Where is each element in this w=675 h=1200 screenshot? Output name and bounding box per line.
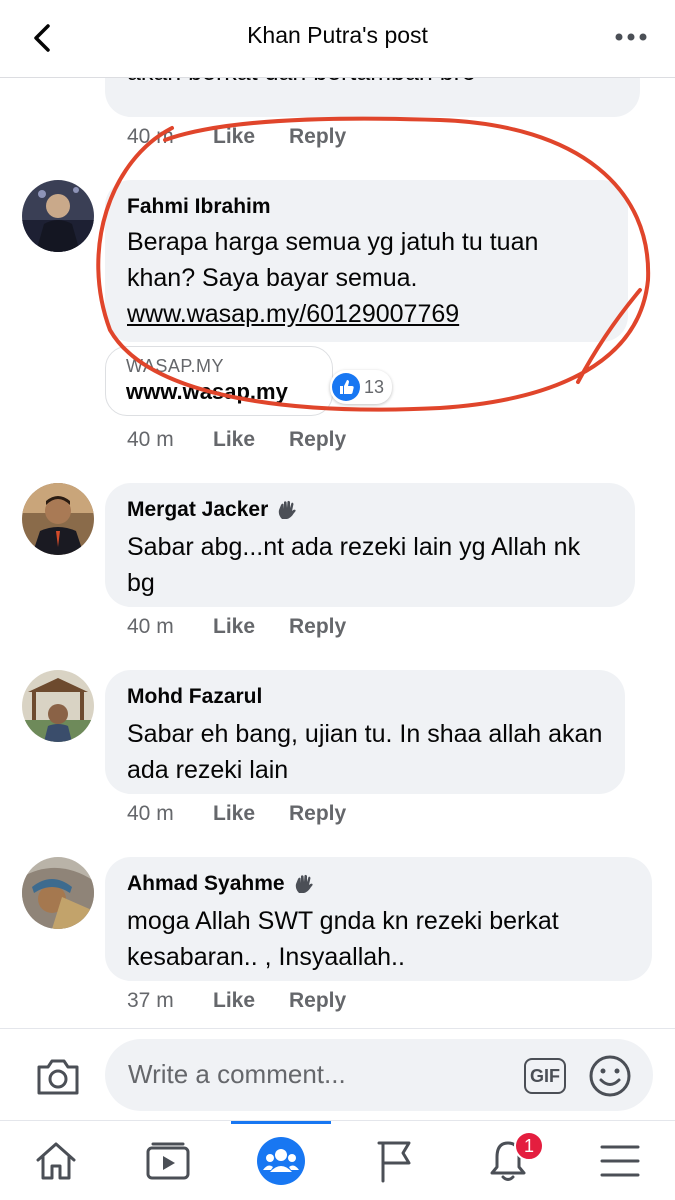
tab-menu[interactable]: [570, 1121, 670, 1200]
link-title: www.wasap.my: [126, 379, 288, 404]
like-reaction-icon: [332, 373, 360, 401]
top-bar: Khan Putra's post: [0, 0, 675, 78]
like-button[interactable]: Like: [213, 988, 289, 1014]
groups-icon: [257, 1137, 305, 1185]
comment-author-name: Ahmad Syahme: [127, 872, 285, 895]
comment-author-name: Mergat Jacker: [127, 498, 269, 521]
comment-time: 37 m: [127, 989, 174, 1012]
comment-list: akan berkat dan bertambah bro 40 m Like …: [0, 78, 675, 1028]
emoji-icon[interactable]: [588, 1054, 632, 1098]
comment-input-placeholder[interactable]: Write a comment...: [128, 1059, 346, 1090]
comment-bubble[interactable]: Mergat Jacker Sabar abg...nt ada rezeki …: [105, 483, 635, 607]
camera-button[interactable]: [34, 1055, 82, 1099]
comment-bubble[interactable]: akan berkat dan bertambah bro: [105, 78, 640, 117]
comment-author[interactable]: Ahmad Syahme: [127, 871, 630, 897]
page-title: Khan Putra's post: [247, 22, 428, 48]
reply-button[interactable]: Reply: [289, 988, 365, 1014]
video-play-icon: [146, 1142, 190, 1180]
more-dots-icon: [615, 33, 647, 41]
comment-meta: 37 m Like Reply: [127, 988, 365, 1014]
comment-link[interactable]: www.wasap.my/60129007769: [127, 300, 459, 328]
comment-bubble[interactable]: Ahmad Syahme moga Allah SWT gnda kn reze…: [105, 857, 652, 981]
tab-home[interactable]: [6, 1121, 106, 1200]
avatar[interactable]: [22, 857, 94, 929]
reply-button[interactable]: Reply: [289, 801, 365, 827]
comment-composer: Write a comment... GIF: [0, 1028, 675, 1120]
more-options-button[interactable]: [611, 22, 651, 52]
reply-button[interactable]: Reply: [289, 124, 365, 150]
comment-meta: 40 m Like Reply: [127, 427, 365, 453]
tab-watch[interactable]: [118, 1121, 218, 1200]
comment-text: Sabar eh bang, ujian tu. In shaa allah a…: [127, 720, 603, 784]
comment-meta: 40 m Like Reply: [127, 614, 365, 640]
tab-notifications[interactable]: 1: [458, 1121, 558, 1200]
reaction-summary[interactable]: 13: [330, 370, 393, 404]
tab-groups[interactable]: [231, 1121, 331, 1200]
comment-meta: 40 m Like Reply: [127, 801, 365, 827]
hamburger-menu-icon: [600, 1145, 640, 1177]
like-button[interactable]: Like: [213, 614, 289, 640]
comment-text: moga Allah SWT gnda kn rezeki berkat kes…: [127, 907, 559, 971]
comment-body: Berapa harga semua yg jatuh tu tuan khan…: [127, 228, 539, 292]
camera-icon: [37, 1059, 79, 1095]
waving-hand-icon: [295, 874, 313, 893]
reply-button[interactable]: Reply: [289, 427, 365, 453]
waving-hand-icon: [279, 500, 296, 519]
home-icon: [36, 1142, 76, 1180]
comment-meta: 40 m Like Reply: [127, 124, 365, 150]
comment-bubble[interactable]: Fahmi Ibrahim Berapa harga semua yg jatu…: [105, 180, 628, 342]
comment-text: akan berkat dan bertambah bro: [127, 78, 618, 90]
comment-text: Berapa harga semua yg jatuh tu tuan khan…: [127, 224, 606, 332]
notification-badge: 1: [514, 1131, 544, 1161]
reaction-count: 13: [364, 376, 385, 397]
avatar[interactable]: [22, 670, 94, 742]
comment-time: 40 m: [127, 125, 174, 148]
like-button[interactable]: Like: [213, 801, 289, 827]
avatar[interactable]: [22, 180, 94, 252]
link-preview-card[interactable]: WASAP.MY www.wasap.my: [105, 346, 333, 416]
comment-author[interactable]: Mohd Fazarul: [127, 684, 603, 710]
flag-icon: [377, 1141, 411, 1183]
comment-text: Sabar abg...nt ada rezeki lain yg Allah …: [127, 533, 581, 597]
gif-button[interactable]: GIF: [524, 1058, 566, 1094]
comment-author[interactable]: Mergat Jacker: [127, 497, 613, 523]
comment-time: 40 m: [127, 615, 174, 638]
avatar[interactable]: [22, 483, 94, 555]
bottom-nav: 1: [0, 1120, 675, 1200]
reply-button[interactable]: Reply: [289, 614, 365, 640]
comment-author[interactable]: Fahmi Ibrahim: [127, 194, 606, 220]
like-button[interactable]: Like: [213, 124, 289, 150]
tab-pages[interactable]: [345, 1121, 445, 1200]
link-domain: WASAP.MY: [126, 356, 225, 376]
comment-bubble[interactable]: Mohd Fazarul Sabar eh bang, ujian tu. In…: [105, 670, 625, 794]
like-button[interactable]: Like: [213, 427, 289, 453]
comment-time: 40 m: [127, 428, 174, 451]
comment-time: 40 m: [127, 802, 174, 825]
